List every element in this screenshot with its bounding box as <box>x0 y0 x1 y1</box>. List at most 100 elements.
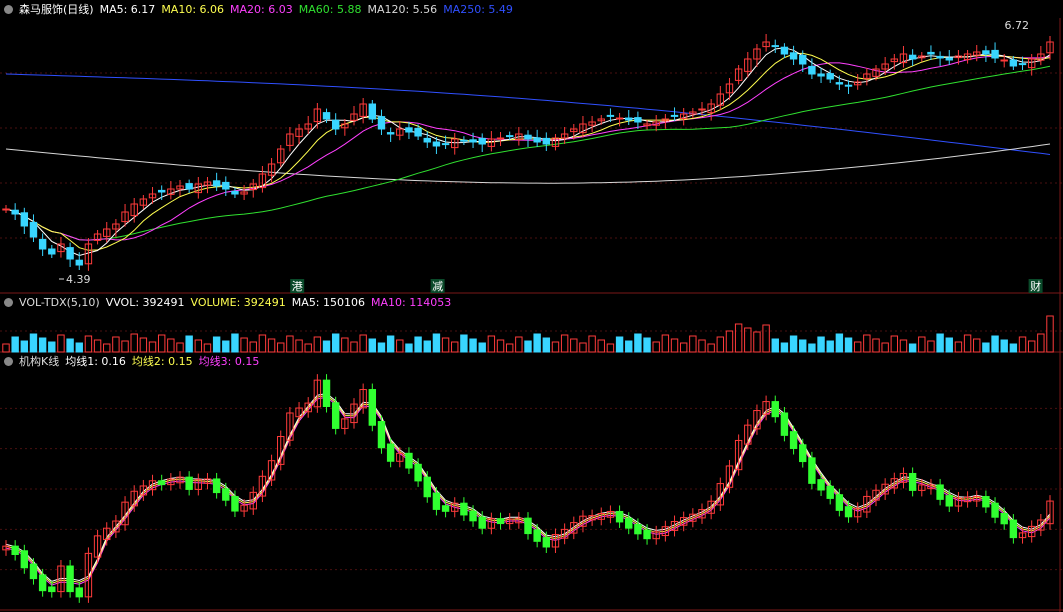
volume-bar <box>890 335 899 353</box>
volume-bar <box>57 334 65 353</box>
event-marker-1: 减 <box>432 280 443 293</box>
candle-body <box>48 248 56 255</box>
jigou-candle-body <box>524 517 532 535</box>
kline-chart[interactable]: 6.72 4.39 港 减 财 <box>0 0 1063 612</box>
candle-body <box>826 73 834 80</box>
volume-bar <box>313 336 322 353</box>
volume-bar <box>533 333 541 353</box>
volume-bar <box>707 343 715 353</box>
jigou-candle-body <box>844 506 853 518</box>
jigou-line3 <box>5 396 1051 586</box>
volume-bar <box>1027 340 1036 353</box>
volume-bar <box>853 341 862 353</box>
candle-body <box>817 73 825 77</box>
volume-bar <box>588 335 596 353</box>
candle-body <box>331 119 340 130</box>
volume-bar <box>38 337 47 353</box>
volume-bar <box>331 333 340 353</box>
volume-bar <box>725 330 734 353</box>
volume-bar <box>157 334 166 353</box>
jigou-candle-body <box>542 537 551 548</box>
volume-bar <box>423 340 431 353</box>
candle-body <box>936 55 944 59</box>
jigou-candle-body <box>908 472 917 491</box>
volume-bar <box>597 339 605 353</box>
volume-bar <box>258 334 267 353</box>
candle-body <box>185 183 193 190</box>
volume-bar <box>121 340 129 353</box>
volume-bar <box>963 334 972 353</box>
low-price-label: 4.39 <box>66 273 91 286</box>
volume-bar <box>359 334 367 353</box>
candle-body <box>625 117 633 121</box>
jigou-candle-body <box>615 510 624 523</box>
event-marker-2: 财 <box>1030 279 1041 293</box>
candle-body <box>698 108 706 111</box>
volume-bar <box>212 336 221 353</box>
volume-bar <box>322 340 331 353</box>
candle-body <box>423 137 431 143</box>
candle-body <box>386 132 395 135</box>
volume-bar <box>1000 339 1008 353</box>
jigou-candle-body <box>1000 512 1008 525</box>
volume-bar <box>908 343 917 353</box>
candle-body <box>799 54 807 65</box>
candle-body <box>533 137 541 143</box>
jigou-candle-body <box>75 587 83 598</box>
jigou-candle-body <box>835 494 844 511</box>
volume-bar <box>185 335 193 353</box>
volume-bar <box>405 343 413 353</box>
volume-bar <box>844 337 853 353</box>
volume-bar <box>93 339 102 353</box>
candle-body <box>29 221 38 238</box>
jigou-candle-body <box>789 431 798 449</box>
jigou-candle-body <box>817 479 825 491</box>
volume-bar <box>872 338 880 353</box>
volume-bar <box>698 339 706 353</box>
candle-body <box>212 180 221 187</box>
volume-bar <box>560 334 569 353</box>
jigou-candle-body <box>441 505 450 512</box>
volume-bar <box>286 335 294 353</box>
candle-body <box>505 135 514 138</box>
candle-body <box>38 238 47 250</box>
candle-body <box>991 49 999 59</box>
jigou-candle-body <box>48 586 56 593</box>
ma10-line <box>5 52 1051 251</box>
volume-bar <box>203 343 212 353</box>
jigou-candle-body <box>38 574 47 592</box>
volume-bar <box>670 338 679 353</box>
volume-bar <box>432 333 441 353</box>
candle-body <box>469 139 477 143</box>
candle-body <box>606 114 615 117</box>
volume-bar <box>771 338 779 353</box>
volume-bar <box>231 333 239 353</box>
volume-bar <box>899 339 908 353</box>
jigou-candle-body <box>377 421 386 449</box>
candle-body <box>20 212 29 227</box>
jigou-candle-body <box>826 485 834 499</box>
volume-bar <box>130 333 138 353</box>
volume-bar <box>679 342 688 353</box>
jigou-candle-body <box>991 502 999 518</box>
volume-bar <box>75 342 83 353</box>
volume-bar <box>496 339 505 353</box>
volume-bar <box>194 339 203 353</box>
jigou-candle-body <box>533 529 541 542</box>
jigou-candle-body <box>20 550 29 569</box>
volume-bar <box>615 336 624 353</box>
volume-bar <box>753 331 761 353</box>
volume-bar <box>469 338 477 353</box>
candle-body <box>771 45 779 48</box>
volume-bar <box>460 334 468 353</box>
volume-bar <box>112 336 120 353</box>
volume-bar <box>1046 315 1054 353</box>
jigou-candle-body <box>496 518 505 525</box>
volume-bar <box>2 343 10 353</box>
candle-body <box>1000 59 1008 62</box>
candle-body <box>478 137 486 145</box>
candle-body <box>2 208 10 211</box>
jigou-candle-body <box>432 492 441 510</box>
candle-body <box>670 114 679 117</box>
candle-body <box>441 143 450 146</box>
